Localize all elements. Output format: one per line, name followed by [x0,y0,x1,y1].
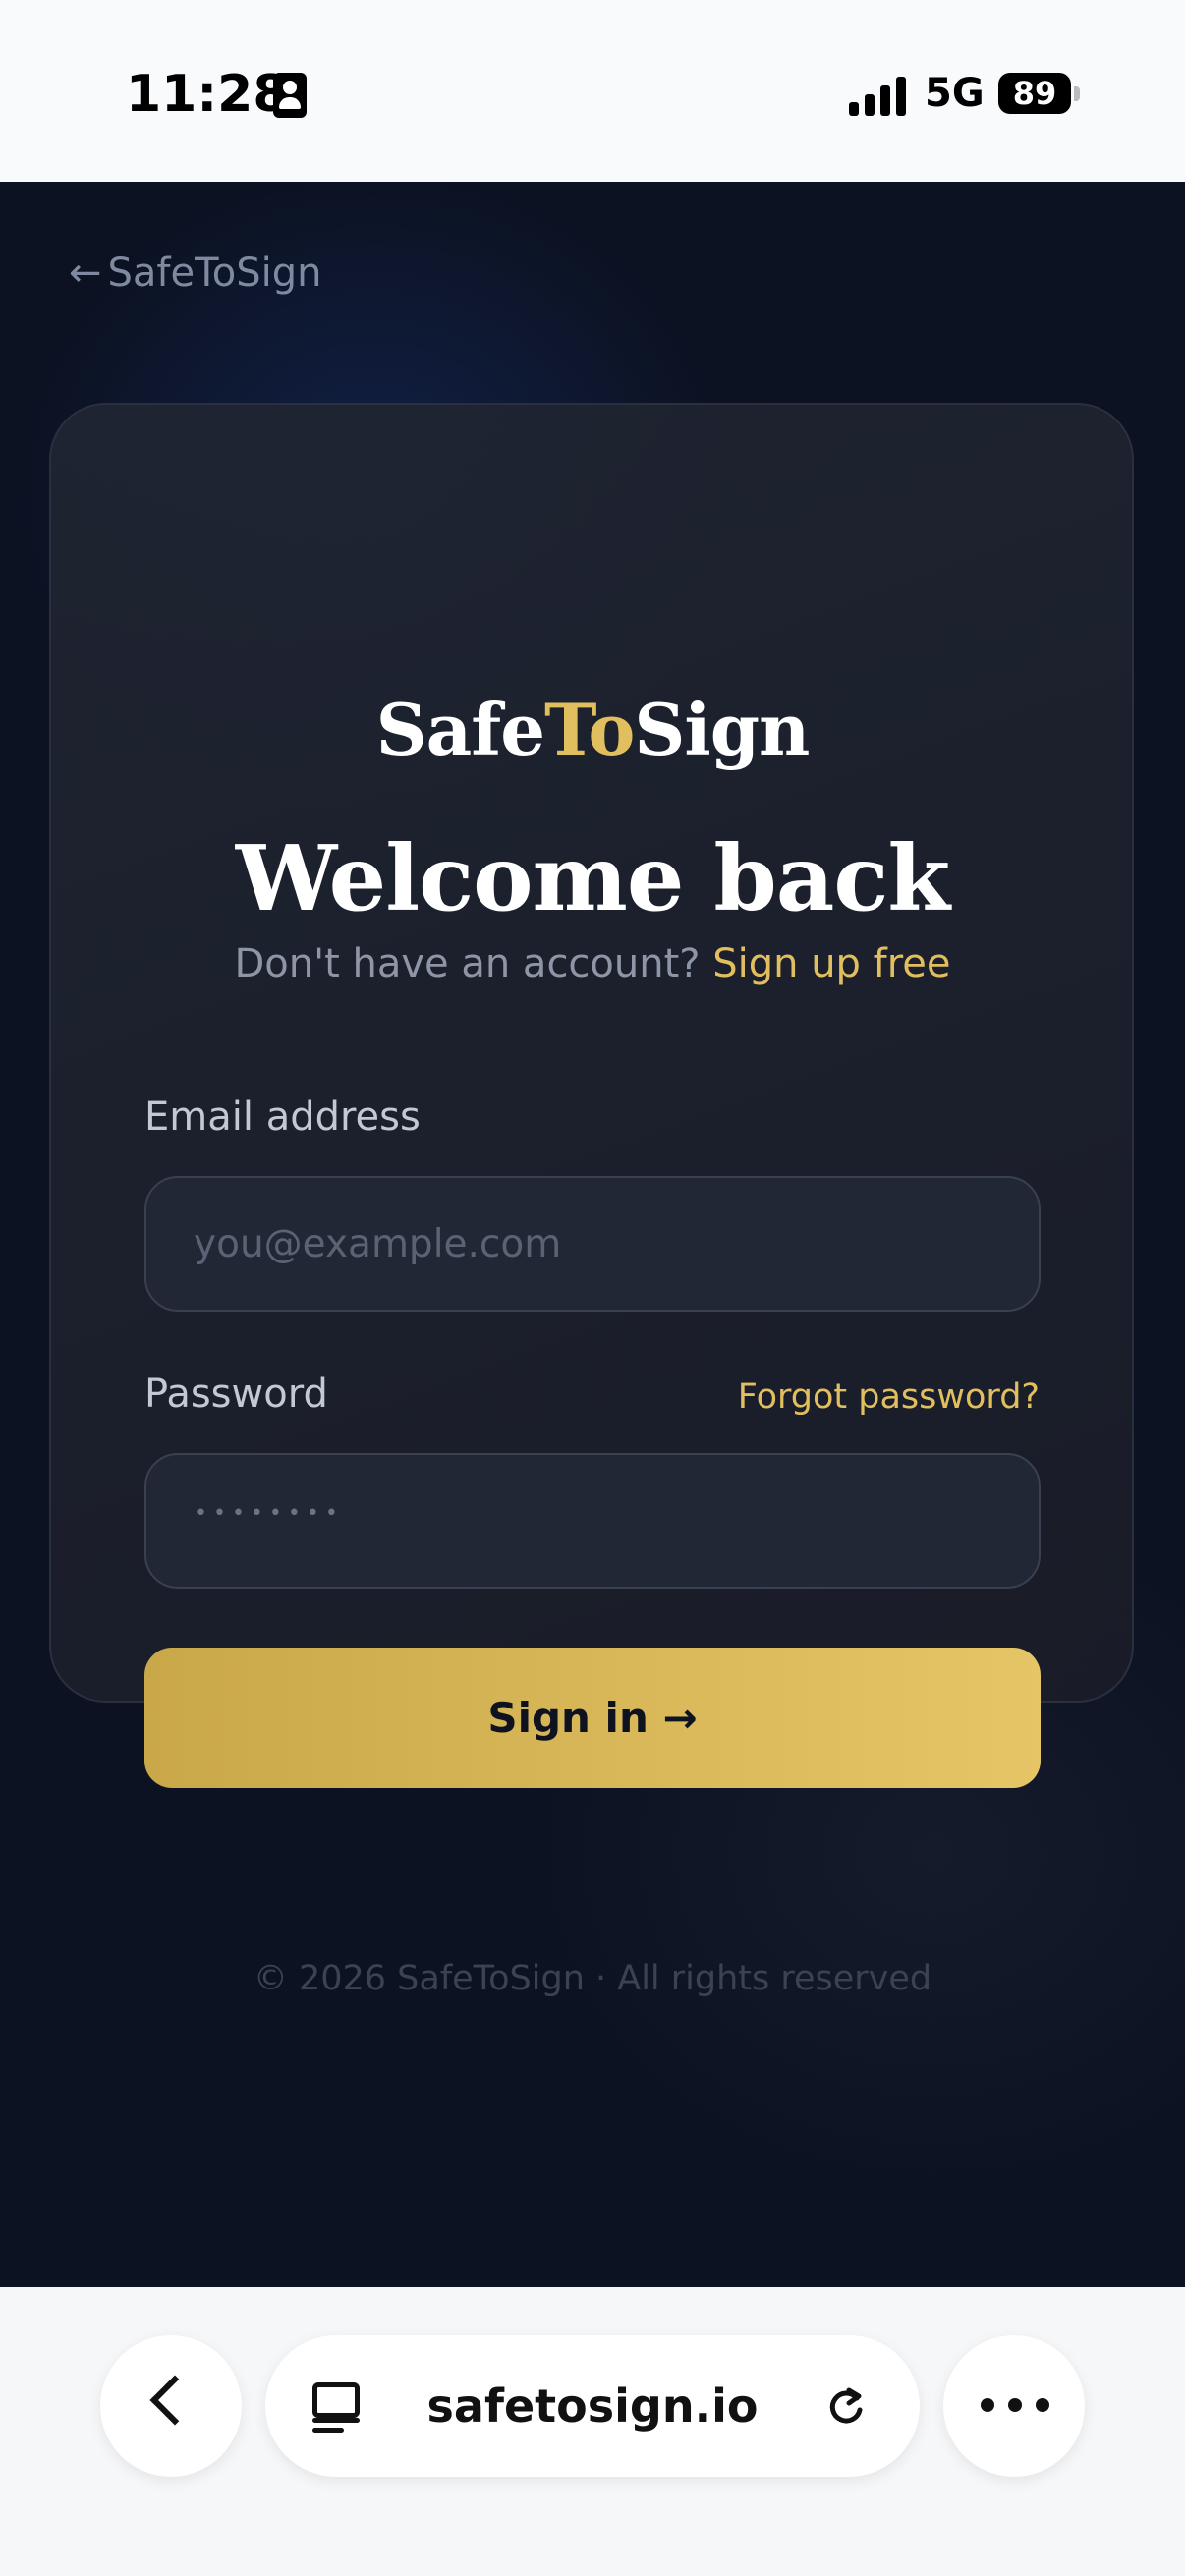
email-label: Email address [144,1094,421,1140]
page-title: Welcome back [235,825,950,931]
status-bar: 11:28 5G 89 [0,0,1185,182]
battery-level: 89 [1012,75,1057,112]
signup-link[interactable]: Sign up free [712,941,950,986]
url-text: safetosign.io [426,2380,759,2433]
network-label: 5G [925,71,985,116]
status-time: 11:28 [126,65,289,124]
brand-part-3: Sign [634,688,810,771]
id-card-icon [273,73,307,118]
email-field[interactable] [144,1176,1041,1312]
signup-prompt: Don't have an account? Sign up free [0,941,1185,986]
forgot-password-link[interactable]: Forgot password? [738,1377,1040,1417]
reload-icon[interactable] [827,2386,867,2426]
tabs-icon[interactable] [312,2382,360,2433]
brand-logo: SafeToSign [0,688,1185,771]
signal-icon [849,75,908,116]
more-icon [981,2398,1049,2412]
battery-cap [1074,86,1080,101]
brand-part-2: To [544,688,635,771]
arrow-left-icon: ← [69,251,102,296]
browser-back-button[interactable] [100,2335,242,2477]
password-placeholder: •••••••• [195,1501,344,1526]
more-options-button[interactable] [943,2335,1085,2477]
chevron-left-icon [149,2375,200,2426]
back-link[interactable]: ← SafeToSign [69,251,321,296]
footer-copyright: © 2026 SafeToSign · All rights reserved [253,1959,932,1998]
signup-prompt-text: Don't have an account? [234,941,701,986]
sign-in-button[interactable]: Sign in → [144,1648,1041,1788]
address-bar[interactable]: safetosign.io [265,2335,920,2477]
password-label: Password [144,1372,328,1417]
brand-part-1: Safe [375,688,545,771]
back-link-label: SafeToSign [107,251,322,296]
battery-icon: 89 [998,73,1071,114]
